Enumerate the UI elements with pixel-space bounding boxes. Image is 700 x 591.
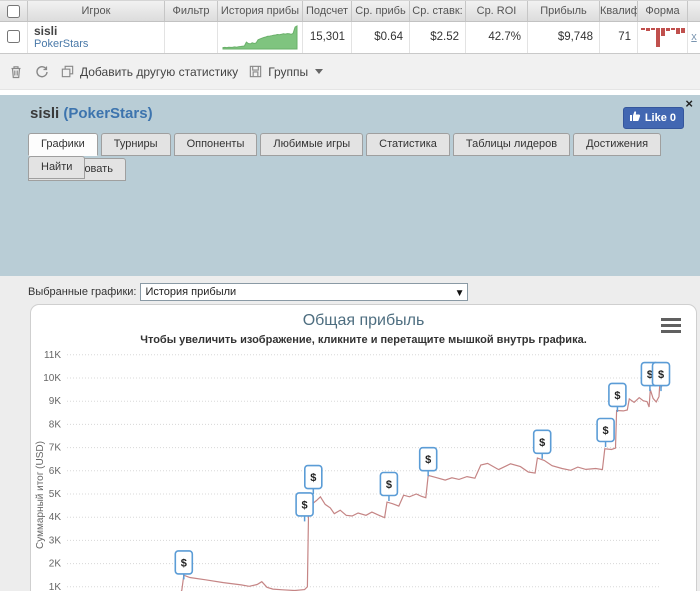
- column-header[interactable]: Игрок: [28, 1, 165, 21]
- panel-close-icon[interactable]: ×: [685, 96, 693, 111]
- player-site-link[interactable]: PokerStars: [28, 38, 164, 50]
- like-label: Like 0: [644, 111, 676, 124]
- tab-оппоненты[interactable]: Оппоненты: [173, 133, 258, 156]
- filter-cell: [165, 22, 218, 53]
- chart-card[interactable]: -1K01K2K3K4K5K6K7K8K9K10K11K0k2.5k5k7.5k…: [30, 304, 697, 591]
- svg-text:$: $: [658, 369, 664, 381]
- stats-table: Игрок Фильтр История прибы Подсчет Ср. прибь…: [0, 0, 700, 54]
- svg-text:8K: 8K: [49, 419, 62, 430]
- tab-турниры[interactable]: Турниры: [100, 133, 171, 156]
- qualified-cell: 71: [600, 22, 638, 53]
- stats-table-header: Игрок Фильтр История прибы Подсчет Ср. прибь…: [0, 0, 700, 22]
- profile-title: sisli (PokerStars): [30, 105, 153, 122]
- column-header[interactable]: Квалиф: [600, 1, 638, 21]
- refresh-icon[interactable]: [34, 64, 50, 80]
- svg-text:$: $: [614, 390, 620, 402]
- chart-menu-icon[interactable]: [661, 318, 681, 336]
- profile-header: sisli (PokerStars) Like 0 ×: [0, 95, 700, 133]
- column-header[interactable]: Подсчет: [303, 1, 352, 21]
- tabs-row-2: Опубликовать: [0, 158, 700, 182]
- count-cell: 15,301: [303, 22, 352, 53]
- tab-достижения[interactable]: Достижения: [573, 133, 662, 156]
- add-statistic-label: Добавить другую статистику: [80, 64, 239, 79]
- groups-label: Группы: [268, 64, 309, 79]
- svg-text:$: $: [386, 479, 392, 491]
- graph-selector-label: Выбранные графики:: [28, 286, 137, 298]
- profile-site-name: (PokerStars): [63, 105, 153, 122]
- column-header[interactable]: Прибыль: [528, 1, 600, 21]
- svg-text:$: $: [310, 472, 316, 484]
- svg-text:$: $: [181, 557, 187, 569]
- profit-chart-plot[interactable]: -1K01K2K3K4K5K6K7K8K9K10K11K0k2.5k5k7.5k…: [31, 305, 698, 591]
- chart-subtitle: Чтобы увеличить изображение, кликните и …: [140, 334, 587, 346]
- column-header[interactable]: Ср. ROI: [466, 1, 528, 21]
- svg-text:Суммарный итог (USD): Суммарный итог (USD): [35, 441, 46, 549]
- groups-button[interactable]: Группы: [248, 64, 324, 80]
- column-header[interactable]: Фильтр: [165, 1, 218, 21]
- svg-text:5K: 5K: [49, 489, 62, 500]
- save-icon: [248, 64, 264, 80]
- player-name: sisli: [34, 24, 58, 38]
- row-checkbox[interactable]: [7, 30, 20, 43]
- svg-text:9K: 9K: [49, 396, 62, 407]
- svg-text:4K: 4K: [49, 512, 62, 523]
- row-remove-link[interactable]: x: [688, 22, 700, 53]
- tab-таблицы-лидеров[interactable]: Таблицы лидеров: [452, 133, 571, 156]
- page: Игрок Фильтр История прибы Подсчет Ср. прибь…: [0, 0, 700, 591]
- svg-text:$: $: [539, 437, 545, 449]
- svg-text:$: $: [603, 425, 609, 437]
- svg-text:3K: 3K: [49, 535, 62, 546]
- form-sparkline: [638, 22, 688, 53]
- column-header[interactable]: История прибы: [218, 1, 303, 21]
- svg-text:2K: 2K: [49, 559, 62, 570]
- select-all-checkbox[interactable]: [7, 5, 20, 18]
- tab-статистика[interactable]: Статистика: [366, 133, 450, 156]
- column-header[interactable]: Ср. ставк:: [410, 1, 466, 21]
- tabs-row-1: Графики Турниры Оппоненты Любимые игры Стати…: [0, 133, 700, 179]
- profile-player-name: sisli: [30, 105, 60, 122]
- svg-text:10K: 10K: [43, 373, 61, 384]
- graph-selector-dropdown[interactable]: История прибыли ▼: [140, 283, 469, 301]
- profit-history-sparkline[interactable]: [218, 22, 303, 53]
- profile-panel: sisli (PokerStars) Like 0 × Графики Турни…: [0, 95, 700, 591]
- graph-selector-row: Выбранные графики: История прибыли ▼: [28, 283, 469, 301]
- copy-icon: [60, 64, 76, 80]
- column-header[interactable]: [0, 1, 28, 21]
- svg-text:11K: 11K: [44, 350, 61, 361]
- dropdown-arrow-icon: ▼: [454, 288, 465, 299]
- stats-table-row: sisli PokerStars 15,301 $0.64 $2.52 42.7…: [0, 22, 700, 53]
- column-header[interactable]: [688, 1, 700, 21]
- avg-profit-cell: $0.64: [352, 22, 410, 53]
- svg-text:1K: 1K: [49, 582, 62, 591]
- svg-text:6K: 6K: [49, 466, 62, 477]
- tab-любимые-игры[interactable]: Любимые игры: [260, 133, 364, 156]
- svg-text:$: $: [425, 454, 431, 466]
- column-header[interactable]: Ср. прибь: [352, 1, 410, 21]
- svg-text:7K: 7K: [49, 443, 62, 454]
- avg-roi-cell: 42.7%: [466, 22, 528, 53]
- caret-down-icon: [315, 69, 324, 74]
- tab-графики[interactable]: Графики: [28, 133, 98, 156]
- avg-stake-cell: $2.52: [410, 22, 466, 53]
- svg-text:$: $: [302, 499, 308, 511]
- profit-cell: $9,748: [528, 22, 600, 53]
- trash-icon[interactable]: [8, 64, 24, 80]
- graph-selector-value: История прибыли: [145, 286, 237, 298]
- toolbar: Добавить другую статистику Группы: [0, 54, 700, 90]
- facebook-like-button[interactable]: Like 0: [622, 107, 684, 129]
- tab-найти[interactable]: Найти: [28, 156, 86, 179]
- tab-content: Выбранные графики: История прибыли ▼ -1K…: [0, 276, 700, 591]
- add-statistic-button[interactable]: Добавить другую статистику: [60, 64, 238, 80]
- column-header[interactable]: Форма: [638, 1, 688, 21]
- chart-title: Общая прибыль: [302, 312, 425, 329]
- thumb-up-icon: [629, 110, 641, 125]
